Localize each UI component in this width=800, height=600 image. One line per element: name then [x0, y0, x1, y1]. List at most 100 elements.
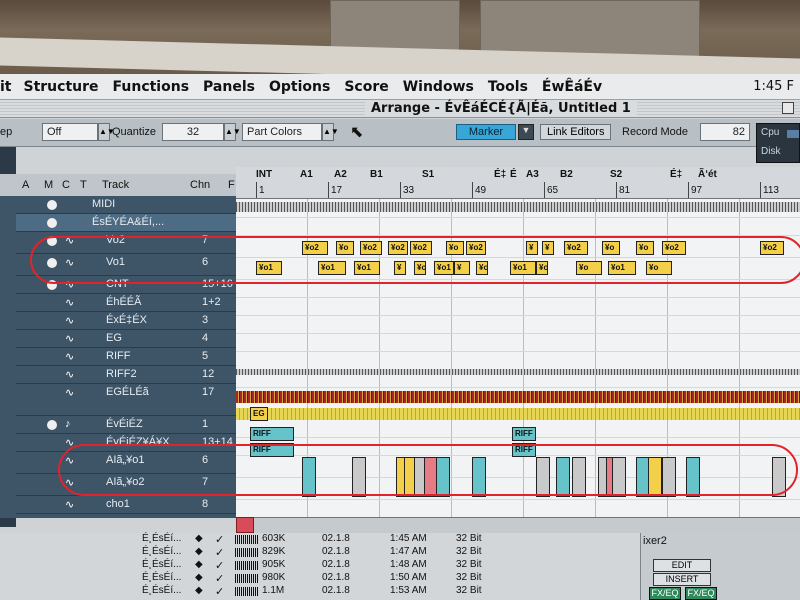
col-m[interactable]: M [44, 179, 53, 191]
pool-file-row[interactable]: É¸ÉsÉí... 829K 02.1.8 1:47 AM 32 Bit ◆ ✓ [0, 546, 620, 559]
audio-strip[interactable] [236, 391, 800, 403]
arrange-toolbar: ep Off ▲▼ Quantize 32 ▲▼ Part Colors ▲▼ … [0, 119, 800, 163]
link-editors-button[interactable]: Link Editors [540, 124, 612, 140]
pool-file-row[interactable]: É¸ÉsÉí... 603K 02.1.8 1:45 AM 32 Bit ◆ ✓ [0, 533, 620, 546]
arrange-part[interactable]: RIFF [250, 427, 294, 441]
scroll-left-button[interactable] [236, 517, 254, 533]
track-channel: 12 [202, 368, 215, 380]
track-row[interactable]: ∿ RIFF 5 [16, 348, 236, 366]
ruler-marker[interactable]: A3 [526, 169, 539, 180]
zoom-box[interactable] [782, 102, 794, 114]
check-icon[interactable]: ✓ [215, 585, 224, 598]
ruler-marker[interactable]: B2 [560, 169, 573, 180]
track-channel: 8 [202, 498, 209, 510]
ruler-marker[interactable]: INT [256, 169, 272, 180]
snap-select[interactable]: Off [42, 123, 98, 141]
menu-item[interactable]: Structure [24, 79, 99, 95]
ruler-tick [616, 182, 617, 198]
pool-file-time: 1:50 AM [390, 572, 427, 583]
pool-file-name: É¸ÉsÉí... [142, 559, 182, 570]
arrange-part[interactable]: EG [250, 407, 268, 421]
mixer-title: ixer2 [643, 535, 667, 547]
timeline-ruler[interactable]: INT A1 A2 B1 S1 É‡ É A3 B2 S2 É‡ Ã‘ét 1 17 33 49 65 81 97 1… [236, 167, 800, 199]
quantize-label: Quantize [112, 126, 157, 138]
track-row[interactable]: MIDI [16, 196, 236, 214]
quantize-select[interactable]: 32 [162, 123, 224, 141]
check-icon[interactable]: ✓ [215, 533, 224, 546]
track-row[interactable]: ∿ ÉhÉÉÃ 1+2 [16, 294, 236, 312]
track-row[interactable]: ∿ EG 4 [16, 330, 236, 348]
ruler-marker[interactable]: É‡ [494, 169, 506, 180]
ruler-marker[interactable]: É‡ [670, 169, 682, 180]
track-row[interactable]: ∿ RIFF2 12 [16, 366, 236, 384]
snap-arrow-icon[interactable]: ▲▼ [98, 123, 115, 141]
mute-dot-icon[interactable] [47, 200, 57, 210]
menu-clock: 1:45 F [753, 79, 794, 94]
check-icon[interactable]: ✓ [215, 559, 224, 572]
mute-dot-icon[interactable] [47, 218, 57, 228]
menu-item[interactable]: it [0, 79, 12, 95]
lane-divider [236, 387, 800, 388]
pool-file-row[interactable]: É¸ÉsÉí... 980K 02.1.8 1:50 AM 32 Bit ◆ ✓ [0, 572, 620, 585]
check-icon[interactable]: ✓ [215, 572, 224, 585]
col-chn[interactable]: Chn [190, 179, 210, 191]
menu-item[interactable]: Panels [203, 79, 255, 95]
ruler-tick [544, 182, 545, 198]
pool-file-ver: 02.1.8 [322, 533, 350, 544]
track-row[interactable]: ♪ ÉvÉiÉZ 1 [16, 416, 236, 434]
track-row[interactable]: ∿ cho1 8 [16, 496, 236, 514]
ruler-marker[interactable]: Ã‘ét [698, 169, 717, 180]
part-colors-select[interactable]: Part Colors [242, 123, 322, 141]
mixer-insert-button[interactable]: INSERT [653, 573, 711, 586]
menu-item[interactable]: Score [344, 79, 388, 95]
track-row[interactable]: ÉsÉYÉA&Éí,... [16, 214, 236, 232]
marker-dropdown-icon[interactable]: ▼ [518, 124, 534, 140]
check-icon[interactable]: ✓ [215, 546, 224, 559]
arrange-part[interactable]: RIFF [512, 427, 536, 441]
mute-dot-icon[interactable] [47, 420, 57, 430]
marker-button[interactable]: Marker [456, 124, 516, 140]
ruler-bar-number: 33 [403, 185, 415, 196]
col-a[interactable]: A [22, 179, 29, 191]
pool-file-row[interactable]: É¸ÉsÉí... 1.1M 02.1.8 1:53 AM 32 Bit ◆ ✓ [0, 585, 620, 598]
audio-strip[interactable] [236, 369, 800, 375]
track-row[interactable]: ∿ ÉxÉ‡ÉX 3 [16, 312, 236, 330]
waveform-icon [235, 561, 259, 570]
quantize-arrow-icon[interactable]: ▲▼ [224, 123, 241, 141]
ruler-marker[interactable]: S1 [422, 169, 434, 180]
pool-file-name: É¸ÉsÉí... [142, 533, 182, 544]
pool-file-size: 980K [262, 572, 286, 583]
track-channel: 1 [202, 418, 209, 430]
ruler-marker[interactable]: S2 [610, 169, 622, 180]
audio-strip[interactable] [236, 408, 800, 420]
menu-item[interactable]: Functions [113, 79, 190, 95]
track-row[interactable]: ∿ EGÉLÉã 17 [16, 384, 236, 416]
menu-item[interactable]: Windows [403, 79, 474, 95]
window-title: Arrange - ÉvÊáÉCÉ{Ã|Éã, Untitled 1 [365, 101, 637, 116]
menu-item[interactable]: Options [269, 79, 330, 95]
window-title-bar[interactable]: Arrange - ÉvÊáÉCÉ{Ã|Éã, Untitled 1 [0, 100, 800, 118]
pool-file-bits: 32 Bit [456, 533, 482, 544]
ruler-marker[interactable]: É [510, 169, 517, 180]
col-f[interactable]: F [228, 179, 235, 191]
part-colors-arrow-icon[interactable]: ▲▼ [322, 123, 339, 141]
menu-item[interactable]: ÉwÊáÉv [542, 79, 602, 95]
record-mode-select[interactable]: 82 [700, 123, 750, 141]
mixer-fx-button[interactable]: FX/EQ [685, 587, 717, 600]
pool-file-size: 905K [262, 559, 286, 570]
status-diamond-icon: ◆ [195, 559, 203, 570]
pool-file-ver: 02.1.8 [322, 585, 350, 596]
horizontal-scrollbar[interactable] [254, 517, 800, 533]
track-type-icon: ∿ [65, 333, 75, 345]
col-t[interactable]: T [80, 179, 87, 191]
ruler-marker[interactable]: A1 [300, 169, 313, 180]
col-track[interactable]: Track [102, 179, 129, 191]
ruler-marker[interactable]: A2 [334, 169, 347, 180]
pool-file-row[interactable]: É¸ÉsÉí... 905K 02.1.8 1:48 AM 32 Bit ◆ ✓ [0, 559, 620, 572]
mixer-fx-button[interactable]: FX/EQ [649, 587, 681, 600]
ruler-marker[interactable]: B1 [370, 169, 383, 180]
col-c[interactable]: C [62, 179, 70, 191]
menu-item[interactable]: Tools [488, 79, 528, 95]
status-diamond-icon: ◆ [195, 585, 203, 596]
mixer-edit-button[interactable]: EDIT [653, 559, 711, 572]
